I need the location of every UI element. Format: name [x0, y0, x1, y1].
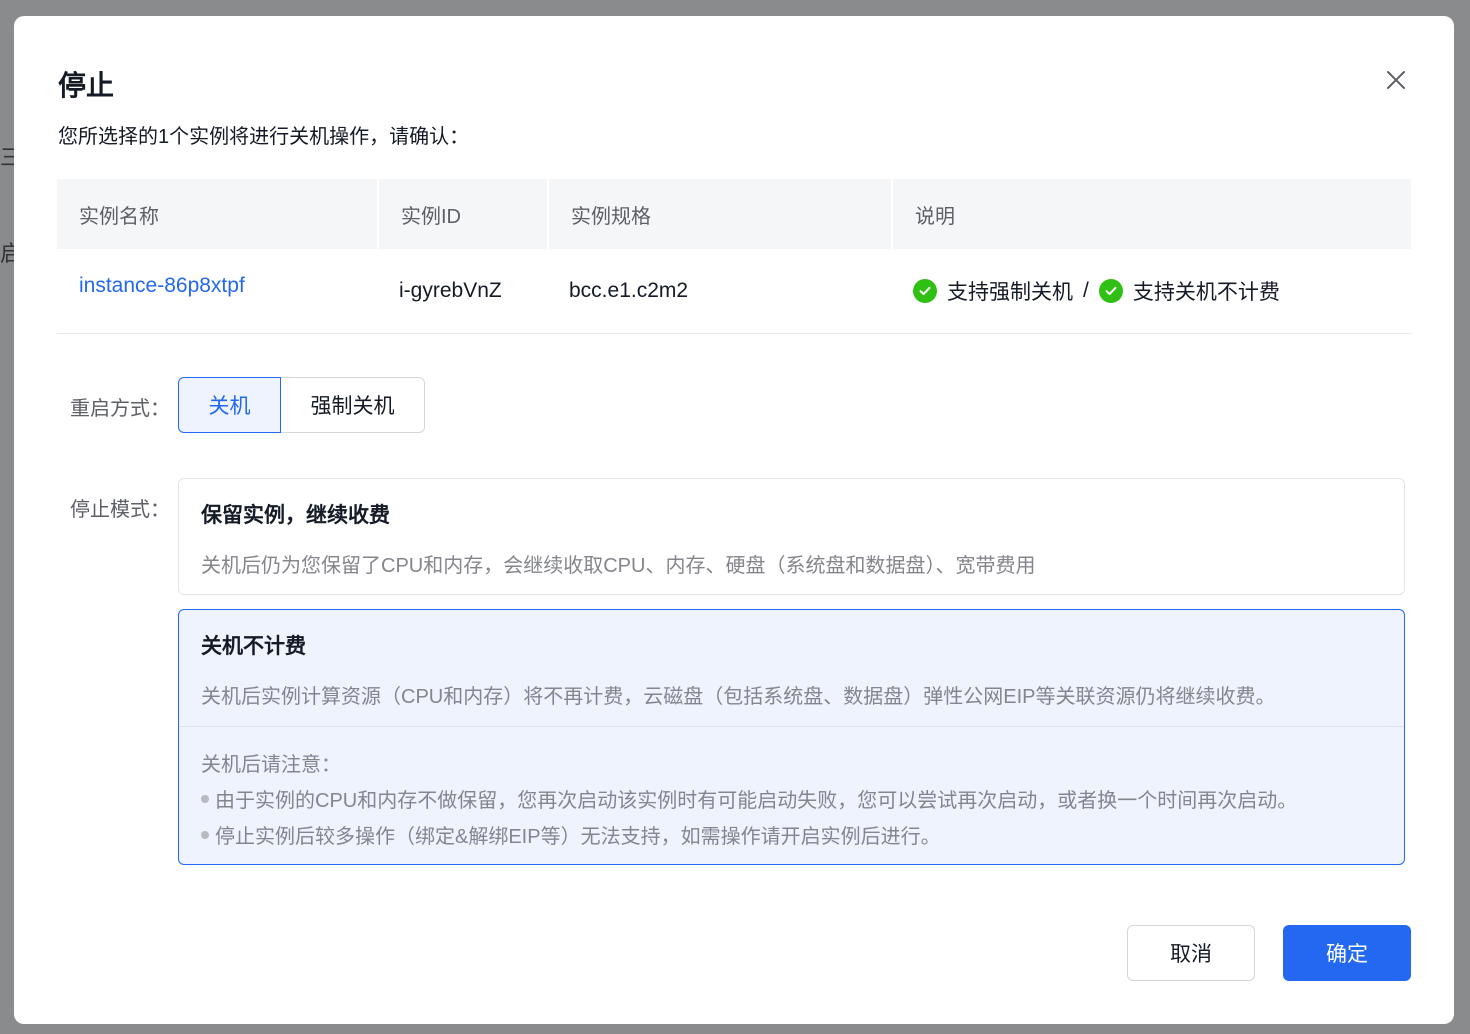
check-circle-icon [913, 279, 937, 303]
keep-instance-card[interactable]: 保留实例，继续收费 关机后仍为您保留了CPU和内存，会继续收取CPU、内存、硬盘… [178, 478, 1405, 595]
note-separator: / [1083, 279, 1089, 302]
notice-title: 关机后请注意： [201, 754, 341, 776]
instance-spec: bcc.e1.c2m2 [569, 279, 689, 302]
instance-table: 实例名称 实例ID 实例规格 说明 instance-86p8xtpf i-gy… [57, 179, 1411, 334]
cancel-button[interactable]: 取消 [1127, 925, 1255, 981]
instance-id: i-gyrebVnZ [399, 279, 502, 302]
notice-item: 停止实例后较多操作（绑定&解绑EIP等）无法支持，如需操作请开启实例后进行。 [201, 820, 941, 849]
close-button[interactable] [1380, 64, 1412, 96]
card-divider [179, 726, 1404, 727]
restart-mode-segmented: 关机 强制关机 [178, 377, 425, 433]
background-fragment: 启 [0, 241, 23, 266]
force-shutdown-option[interactable]: 强制关机 [281, 377, 425, 433]
notice-text: 停止实例后较多操作（绑定&解绑EIP等）无法支持，如需操作请开启实例后进行。 [215, 826, 941, 848]
column-header-name: 实例名称 [57, 179, 379, 249]
instance-name-link[interactable]: instance-86p8xtpf [79, 274, 245, 298]
table-header: 实例名称 实例ID 实例规格 说明 [57, 179, 1411, 249]
restart-mode-label: 重启方式： [70, 398, 170, 420]
stop-mode-label: 停止模式： [70, 499, 170, 521]
no-charge-title: 关机不计费 [201, 635, 306, 658]
dialog-subtitle: 您所选择的1个实例将进行关机操作，请确认： [58, 126, 470, 148]
keep-instance-title: 保留实例，继续收费 [201, 504, 390, 527]
bullet-icon [201, 830, 209, 839]
notice-item: 由于实例的CPU和内存不做保留，您再次启动该实例时有可能启动失败，您可以尝试再次… [201, 784, 1297, 813]
no-charge-desc: 关机后实例计算资源（CPU和内存）将不再计费，云磁盘（包括系统盘、数据盘）弹性公… [201, 686, 1276, 708]
check-circle-icon [1098, 279, 1123, 303]
no-charge-support: 支持关机不计费 [1132, 281, 1280, 304]
confirm-button[interactable]: 确定 [1283, 925, 1411, 981]
bullet-icon [201, 794, 209, 803]
keep-instance-desc: 关机后仍为您保留了CPU和内存，会继续收取CPU、内存、硬盘（系统盘和数据盘）、… [201, 555, 1036, 577]
shutdown-option[interactable]: 关机 [178, 377, 281, 433]
close-icon [1380, 64, 1412, 96]
background-fragment: 三 [0, 145, 23, 170]
no-charge-card[interactable]: 关机不计费 关机后实例计算资源（CPU和内存）将不再计费，云磁盘（包括系统盘、数… [178, 609, 1405, 865]
instance-note: 支持强制关机 / 支持关机不计费 [893, 249, 1411, 333]
dialog-title: 停止 [58, 70, 115, 101]
stop-dialog: 停止 您所选择的1个实例将进行关机操作，请确认： 实例名称 实例ID 实例规格 … [14, 16, 1454, 1024]
column-header-note: 说明 [915, 205, 955, 228]
table-row: instance-86p8xtpf i-gyrebVnZ bcc.e1.c2m2… [57, 249, 1411, 334]
force-shutdown-support: 支持强制关机 [947, 281, 1073, 304]
notice-text: 由于实例的CPU和内存不做保留，您再次启动该实例时有可能启动失败，您可以尝试再次… [215, 790, 1298, 812]
column-header-id: 实例ID [379, 179, 549, 249]
column-header-spec: 实例规格 [549, 179, 893, 249]
